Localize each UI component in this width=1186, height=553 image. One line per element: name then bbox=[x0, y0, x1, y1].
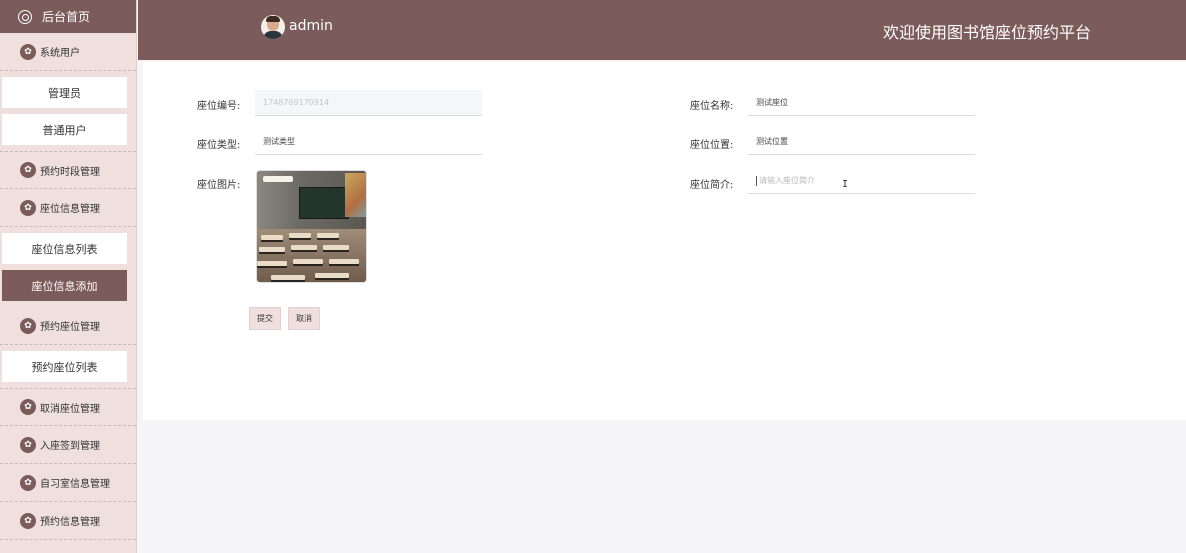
seat-image-label: 座位图片: bbox=[197, 180, 241, 191]
seat-location-label: 座位位置: bbox=[690, 140, 734, 151]
menu-flower-icon: ✿ bbox=[20, 399, 36, 415]
sidebar-home[interactable]: 后台首页 bbox=[0, 0, 136, 33]
seat-intro-input[interactable]: 请输入座位简介 bbox=[748, 168, 975, 194]
menu-flower-icon: ✿ bbox=[20, 474, 36, 491]
submit-button[interactable]: 提交 bbox=[249, 307, 281, 330]
sidebar-home-label: 后台首页 bbox=[42, 10, 91, 24]
sidebar: 后台首页 ✿ 系统用户 管理员 普通用户 ✿ 预约时段管理 ✿ 座位信息管理 座… bbox=[0, 0, 137, 553]
menu-flower-icon: ✿ bbox=[20, 199, 36, 216]
submenu-seat-add[interactable]: 座位信息添加 bbox=[2, 270, 127, 301]
seat-add-form: 座位编号: 1748769170914 座位名称: 测试座位 座位类型: 测试类… bbox=[143, 62, 1186, 420]
menu-cancel-seat[interactable]: ✿ 取消座位管理 bbox=[0, 388, 136, 426]
menu-flower-icon: ✿ bbox=[20, 43, 36, 60]
cancel-button[interactable]: 取消 bbox=[288, 307, 320, 330]
seat-image-upload[interactable] bbox=[256, 170, 367, 283]
top-header: admin 欢迎使用图书馆座位预约平台 bbox=[138, 0, 1186, 60]
menu-system-users[interactable]: ✿ 系统用户 bbox=[0, 33, 136, 71]
menu-label: 预约座位管理 bbox=[40, 322, 100, 333]
menu-booking-info[interactable]: ✿ 预约信息管理 bbox=[0, 502, 136, 540]
menu-label: 预约信息管理 bbox=[40, 517, 100, 528]
username: admin bbox=[289, 18, 333, 34]
seat-no-label: 座位编号: bbox=[197, 101, 241, 112]
seat-intro-placeholder: 请输入座位简介 bbox=[759, 176, 815, 185]
text-caret bbox=[756, 175, 757, 186]
submenu-regular-users[interactable]: 普通用户 bbox=[2, 114, 127, 145]
menu-label: 预约时段管理 bbox=[40, 166, 100, 178]
menu-time-slot[interactable]: ✿ 预约时段管理 bbox=[0, 151, 136, 189]
menu-label: 座位信息管理 bbox=[40, 204, 100, 215]
seat-type-input[interactable]: 测试类型 bbox=[255, 129, 482, 155]
seat-name-input[interactable]: 测试座位 bbox=[748, 90, 975, 116]
seat-intro-label: 座位简介: bbox=[690, 180, 734, 191]
site-title: 欢迎使用图书馆座位预约平台 bbox=[882, 23, 1091, 42]
home-icon bbox=[18, 9, 32, 24]
avatar[interactable] bbox=[261, 15, 285, 39]
submenu-admins[interactable]: 管理员 bbox=[2, 77, 127, 108]
menu-flower-icon: ✿ bbox=[20, 162, 36, 178]
menu-label: 取消座位管理 bbox=[40, 403, 100, 415]
menu-label: 系统用户 bbox=[40, 48, 80, 59]
ibeam-cursor-icon: I bbox=[842, 179, 849, 190]
menu-checkin[interactable]: ✿ 入座签到管理 bbox=[0, 426, 136, 464]
seat-no-input: 1748769170914 bbox=[255, 90, 482, 116]
submenu-seat-list[interactable]: 座位信息列表 bbox=[2, 233, 127, 264]
menu-label: 入座签到管理 bbox=[40, 441, 100, 452]
menu-flower-icon: ✿ bbox=[20, 512, 36, 529]
menu-flower-icon: ✿ bbox=[20, 436, 36, 453]
menu-seat-booking[interactable]: ✿ 预约座位管理 bbox=[0, 307, 136, 345]
seat-type-label: 座位类型: bbox=[197, 140, 241, 151]
menu-study-room[interactable]: ✿ 自习室信息管理 bbox=[0, 464, 136, 502]
menu-seat-info[interactable]: ✿ 座位信息管理 bbox=[0, 189, 136, 227]
menu-flower-icon: ✿ bbox=[20, 317, 36, 334]
menu-label: 自习室信息管理 bbox=[40, 479, 110, 490]
submenu-booking-list[interactable]: 预约座位列表 bbox=[2, 351, 127, 382]
seat-name-label: 座位名称: bbox=[690, 101, 734, 112]
seat-location-input[interactable]: 测试位置 bbox=[748, 129, 975, 155]
